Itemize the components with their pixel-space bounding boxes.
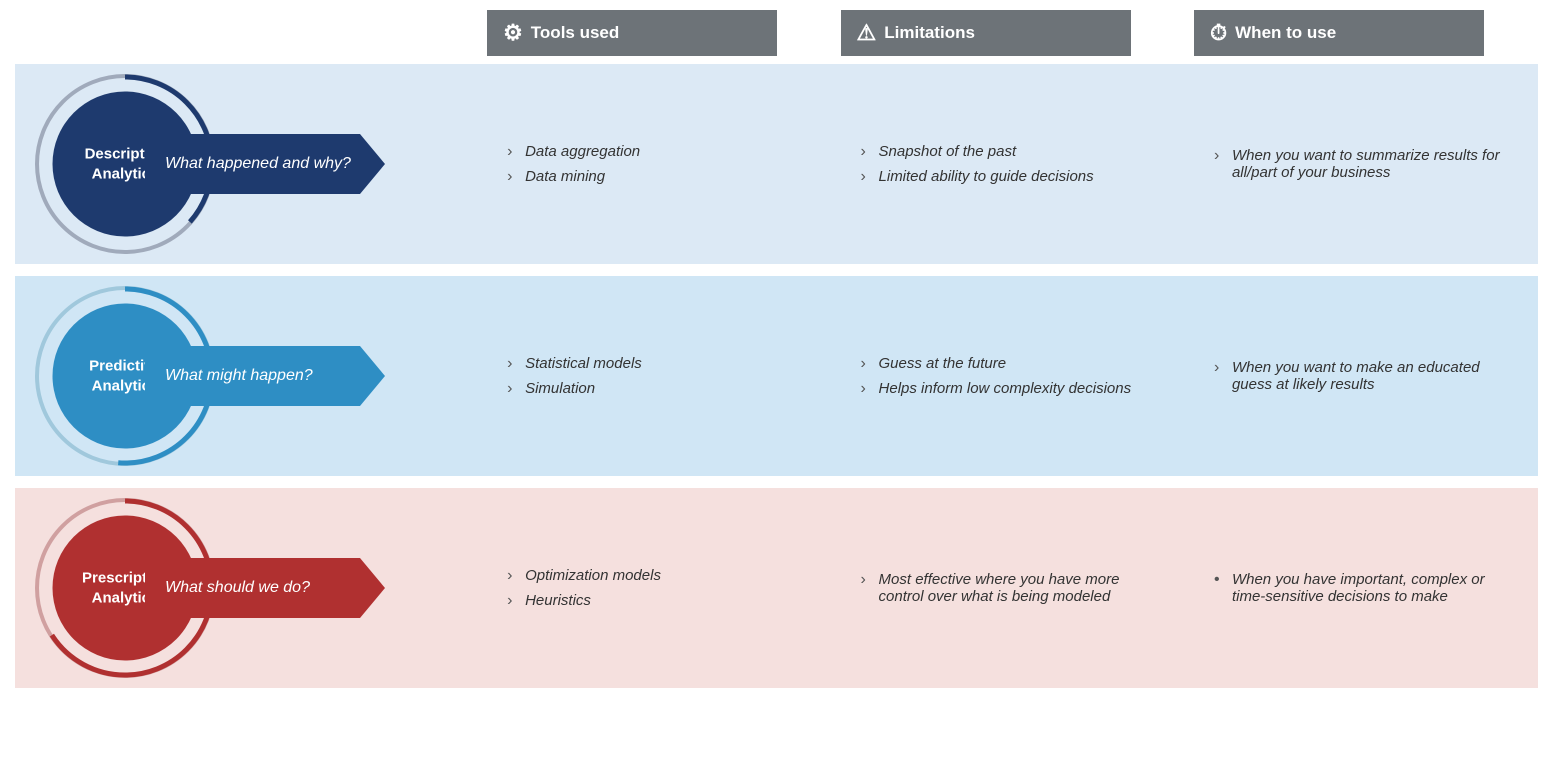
gap-d1 bbox=[478, 64, 487, 264]
spacer-top bbox=[15, 56, 1538, 64]
list-item: Statistical models bbox=[507, 351, 811, 376]
main-table: ⚙ Tools used ⚠ Limitations ⏱ When to use bbox=[15, 10, 1538, 688]
tools-icon: ⚙ bbox=[503, 20, 523, 46]
gap1 bbox=[478, 10, 487, 56]
descriptive-arrow: What happened and why? bbox=[145, 134, 385, 194]
list-item: Guess at the future bbox=[861, 351, 1165, 376]
gap-p1 bbox=[478, 276, 487, 476]
limitations-header-label: Limitations bbox=[884, 23, 975, 43]
prescriptive-question: What should we do? bbox=[165, 579, 310, 597]
gap-pr1 bbox=[478, 488, 487, 688]
list-item: Simulation bbox=[507, 376, 811, 401]
header-row: ⚙ Tools used ⚠ Limitations ⏱ When to use bbox=[15, 10, 1538, 56]
list-item: Data mining bbox=[507, 164, 811, 189]
prescriptive-limitations: Most effective where you have more contr… bbox=[841, 488, 1185, 688]
limitations-header: ⚠ Limitations bbox=[841, 10, 1185, 56]
gap-pr3 bbox=[1184, 488, 1193, 688]
gap-p2 bbox=[831, 276, 840, 476]
predictive-row: PredictiveAnalytics What might happen? S… bbox=[15, 276, 1538, 476]
prescriptive-row: PrescriptiveAnalytics What should we do?… bbox=[15, 488, 1538, 688]
list-item: When you want to summarize results for a… bbox=[1214, 143, 1518, 185]
limitations-icon: ⚠ bbox=[857, 20, 877, 46]
when-header: ⏱ When to use bbox=[1194, 10, 1538, 56]
list-item: Optimization models bbox=[507, 563, 811, 588]
predictive-when: When you want to make an educated guess … bbox=[1194, 276, 1538, 476]
predictive-arrow: What might happen? bbox=[145, 346, 385, 406]
descriptive-row: DescriptiveAnalytics What happened and w… bbox=[15, 64, 1538, 264]
divider-1 bbox=[15, 264, 1538, 276]
divider-2 bbox=[15, 476, 1538, 488]
descriptive-when: When you want to summarize results for a… bbox=[1194, 64, 1538, 264]
tools-header-label: Tools used bbox=[531, 23, 619, 43]
gap2 bbox=[831, 10, 840, 56]
list-item: Snapshot of the past bbox=[861, 139, 1165, 164]
header-empty bbox=[15, 10, 478, 56]
when-icon: ⏱ bbox=[1210, 20, 1227, 46]
prescriptive-left: PrescriptiveAnalytics What should we do? bbox=[15, 488, 478, 688]
tools-header: ⚙ Tools used bbox=[487, 10, 831, 56]
descriptive-tools: Data aggregation Data mining bbox=[487, 64, 831, 264]
predictive-tools: Statistical models Simulation bbox=[487, 276, 831, 476]
gap3 bbox=[1184, 10, 1193, 56]
gap-d3 bbox=[1184, 64, 1193, 264]
list-item: Most effective where you have more contr… bbox=[861, 567, 1165, 609]
list-item: Heuristics bbox=[507, 588, 811, 613]
prescriptive-arrow: What should we do? bbox=[145, 558, 385, 618]
descriptive-left: DescriptiveAnalytics What happened and w… bbox=[15, 64, 478, 264]
gap-p3 bbox=[1184, 276, 1193, 476]
gap-pr2 bbox=[831, 488, 840, 688]
prescriptive-tools: Optimization models Heuristics bbox=[487, 488, 831, 688]
when-header-label: When to use bbox=[1235, 23, 1336, 43]
descriptive-question: What happened and why? bbox=[165, 155, 351, 173]
descriptive-limitations: Snapshot of the past Limited ability to … bbox=[841, 64, 1185, 264]
predictive-limitations: Guess at the future Helps inform low com… bbox=[841, 276, 1185, 476]
predictive-question: What might happen? bbox=[165, 367, 313, 385]
list-item: Data aggregation bbox=[507, 139, 811, 164]
list-item: Limited ability to guide decisions bbox=[861, 164, 1165, 189]
list-item: When you want to make an educated guess … bbox=[1214, 355, 1518, 397]
prescriptive-when: When you have important, complex or time… bbox=[1194, 488, 1538, 688]
list-item: Helps inform low complexity decisions bbox=[861, 376, 1165, 401]
gap-d2 bbox=[831, 64, 840, 264]
list-item: When you have important, complex or time… bbox=[1214, 567, 1518, 609]
predictive-left: PredictiveAnalytics What might happen? bbox=[15, 276, 478, 476]
